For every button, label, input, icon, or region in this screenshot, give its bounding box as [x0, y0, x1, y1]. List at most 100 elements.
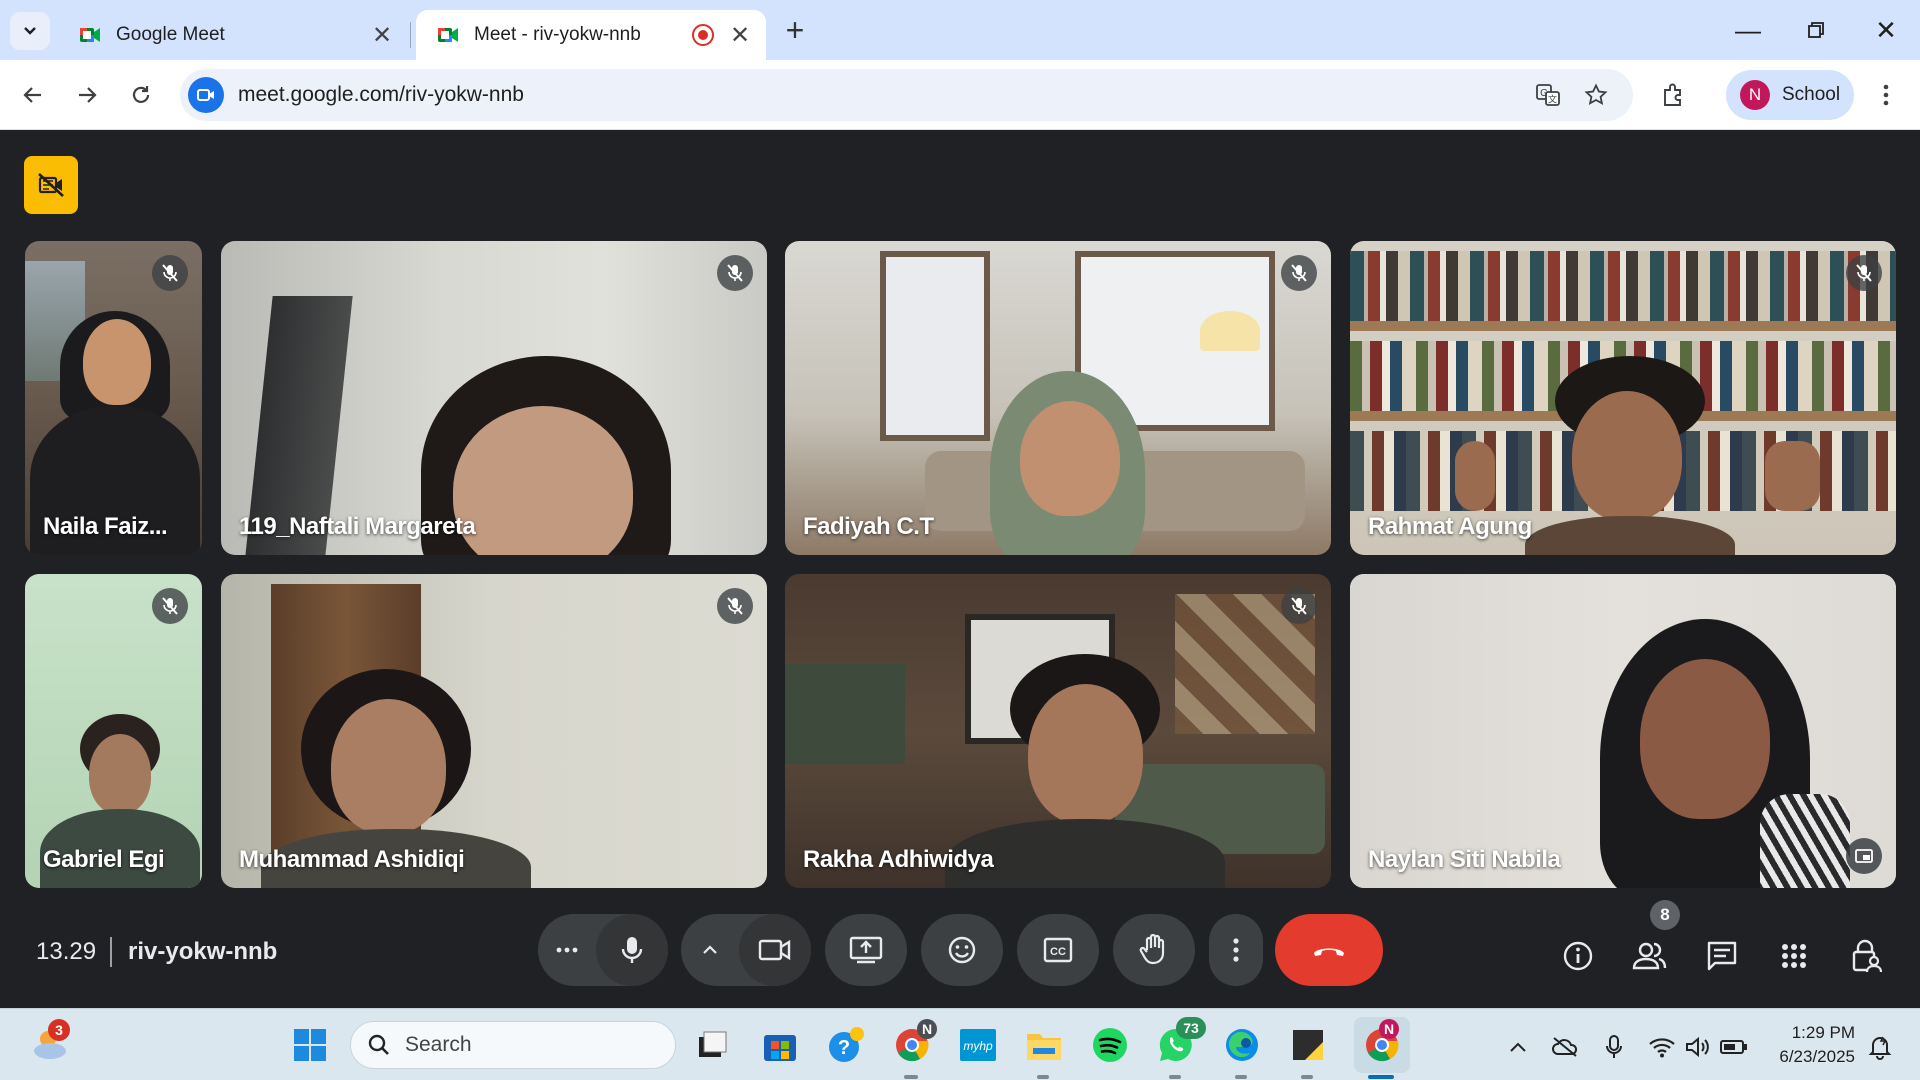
tab-meet-call[interactable]: Meet - riv-yokw-nnb ✕ — [416, 10, 766, 60]
restore-button[interactable] — [1796, 10, 1836, 50]
sticky-notes-icon — [1293, 1030, 1323, 1060]
windows-taskbar: 3 Search ? N myhp 73 N 1:29 PM 6/23/2025 — [0, 1008, 1920, 1080]
task-view-button[interactable] — [692, 1025, 732, 1065]
tab-google-meet[interactable]: Google Meet ✕ — [58, 10, 408, 60]
close-tab-icon[interactable]: ✕ — [728, 21, 752, 50]
host-controls-button[interactable] — [1844, 934, 1888, 978]
participant-tile[interactable]: Rahmat Agung — [1350, 241, 1896, 555]
forward-button[interactable] — [68, 76, 106, 114]
lamp-background — [1200, 311, 1260, 351]
browser-menu-button[interactable] — [1868, 76, 1904, 114]
chat-button[interactable] — [1700, 934, 1744, 978]
video-options-button[interactable] — [681, 914, 739, 986]
spotify-app[interactable] — [1090, 1025, 1130, 1065]
microphone-tray[interactable] — [1598, 1031, 1630, 1063]
back-button[interactable] — [14, 76, 52, 114]
more-options-button[interactable] — [1209, 914, 1263, 986]
participant-count-badge: 8 — [1650, 900, 1680, 930]
edge-app[interactable] — [1222, 1025, 1262, 1065]
reload-button[interactable] — [122, 76, 160, 114]
video-camera-icon — [197, 89, 214, 101]
people-button[interactable] — [1628, 934, 1672, 978]
end-call-icon — [1314, 948, 1344, 956]
translate-button[interactable]: G文 — [1529, 76, 1567, 114]
chat-icon — [1707, 941, 1737, 971]
participant-name: Naylan Siti Nabila — [1368, 846, 1561, 873]
bookmark-star-button[interactable] — [1577, 76, 1615, 114]
camera-button[interactable] — [739, 914, 811, 986]
meet-favicon-icon — [438, 28, 458, 42]
site-info-icon[interactable] — [188, 77, 224, 113]
translate-icon: G文 — [1536, 84, 1560, 106]
participant-name: Gabriel Egi — [43, 846, 165, 873]
present-screen-button[interactable] — [825, 914, 907, 986]
raise-hand-button[interactable] — [1113, 914, 1195, 986]
help-icon: ? — [829, 1027, 864, 1062]
onedrive-tray[interactable] — [1549, 1031, 1581, 1063]
meet-favicon-icon — [80, 28, 100, 42]
address-bar[interactable]: meet.google.com/riv-yokw-nnb G文 — [180, 69, 1633, 121]
close-window-button[interactable]: ✕ — [1866, 10, 1906, 50]
chevron-down-icon — [24, 27, 36, 35]
microphone-button[interactable] — [596, 914, 668, 986]
minimize-button[interactable]: — — [1728, 10, 1768, 50]
host-controls-indicator[interactable] — [24, 156, 78, 214]
window-background — [880, 251, 990, 441]
participant-tile[interactable]: Gabriel Egi — [25, 574, 202, 888]
tab-search-button[interactable] — [10, 12, 50, 50]
participant-tile[interactable]: Rakha Adhiwidya — [785, 574, 1331, 888]
wifi-tray[interactable] — [1646, 1031, 1678, 1063]
people-icon — [1632, 942, 1667, 970]
participant-tile[interactable]: Naila Faiz... — [25, 241, 202, 555]
windows-logo-icon — [294, 1029, 326, 1061]
more-vert-icon — [1233, 938, 1239, 962]
kitchen-background — [785, 664, 905, 764]
url-text: meet.google.com/riv-yokw-nnb — [238, 83, 524, 106]
meet-stage: Naila Faiz... 119_Naftali Margareta Fadi… — [0, 131, 1920, 1008]
myhp-app[interactable]: myhp — [958, 1025, 998, 1065]
microsoft-store-app[interactable] — [760, 1025, 800, 1065]
start-button[interactable] — [290, 1025, 330, 1065]
new-tab-button[interactable]: + — [778, 14, 812, 46]
captions-button[interactable]: CC — [1017, 914, 1099, 986]
puzzle-icon — [1664, 83, 1681, 106]
emoji-icon — [948, 936, 976, 964]
participant-tile[interactable]: Fadiyah C.T — [785, 241, 1331, 555]
muted-mic-icon — [152, 588, 188, 624]
edge-icon — [1226, 1029, 1258, 1061]
present-screen-icon — [849, 936, 883, 964]
picture-in-picture-button[interactable] — [1846, 838, 1882, 874]
close-tab-icon[interactable]: ✕ — [370, 21, 394, 50]
taskbar-clock[interactable]: 1:29 PM 6/23/2025 — [1765, 1021, 1855, 1069]
lock-person-icon — [1852, 939, 1882, 973]
store-icon — [764, 1035, 796, 1061]
notifications-button[interactable] — [1864, 1031, 1896, 1063]
file-explorer-app[interactable] — [1024, 1025, 1064, 1065]
participant-tile[interactable]: Muhammad Ashidiqi — [221, 574, 767, 888]
muted-mic-icon — [717, 588, 753, 624]
participant-tile[interactable]: 119_Naftali Margareta — [221, 241, 767, 555]
svg-text:CC: CC — [1050, 946, 1066, 958]
extensions-button[interactable] — [1655, 76, 1693, 114]
show-hidden-icons-button[interactable] — [1502, 1031, 1534, 1063]
reactions-button[interactable] — [921, 914, 1003, 986]
volume-tray[interactable] — [1682, 1031, 1714, 1063]
audio-options-button[interactable] — [538, 914, 596, 986]
participant-tile-active-speaker[interactable]: Naylan Siti Nabila — [1350, 574, 1896, 888]
folder-icon — [1027, 1034, 1061, 1060]
battery-tray[interactable] — [1718, 1031, 1750, 1063]
activities-button[interactable] — [1772, 934, 1816, 978]
meeting-details-button[interactable] — [1556, 934, 1600, 978]
bookshelf-background — [1350, 251, 1896, 321]
get-help-app[interactable]: ? — [826, 1025, 866, 1065]
leave-call-button[interactable] — [1275, 914, 1383, 986]
muted-mic-icon — [1281, 255, 1317, 291]
sticky-notes-app[interactable] — [1288, 1025, 1328, 1065]
participant-name: Rakha Adhiwidya — [803, 846, 994, 873]
profile-button[interactable]: N School — [1726, 70, 1854, 120]
reload-icon — [132, 86, 150, 103]
myhp-icon: myhp — [960, 1029, 996, 1061]
taskbar-search[interactable]: Search — [350, 1021, 676, 1069]
video-camera-icon — [758, 939, 791, 961]
microphone-icon — [1606, 1035, 1622, 1058]
